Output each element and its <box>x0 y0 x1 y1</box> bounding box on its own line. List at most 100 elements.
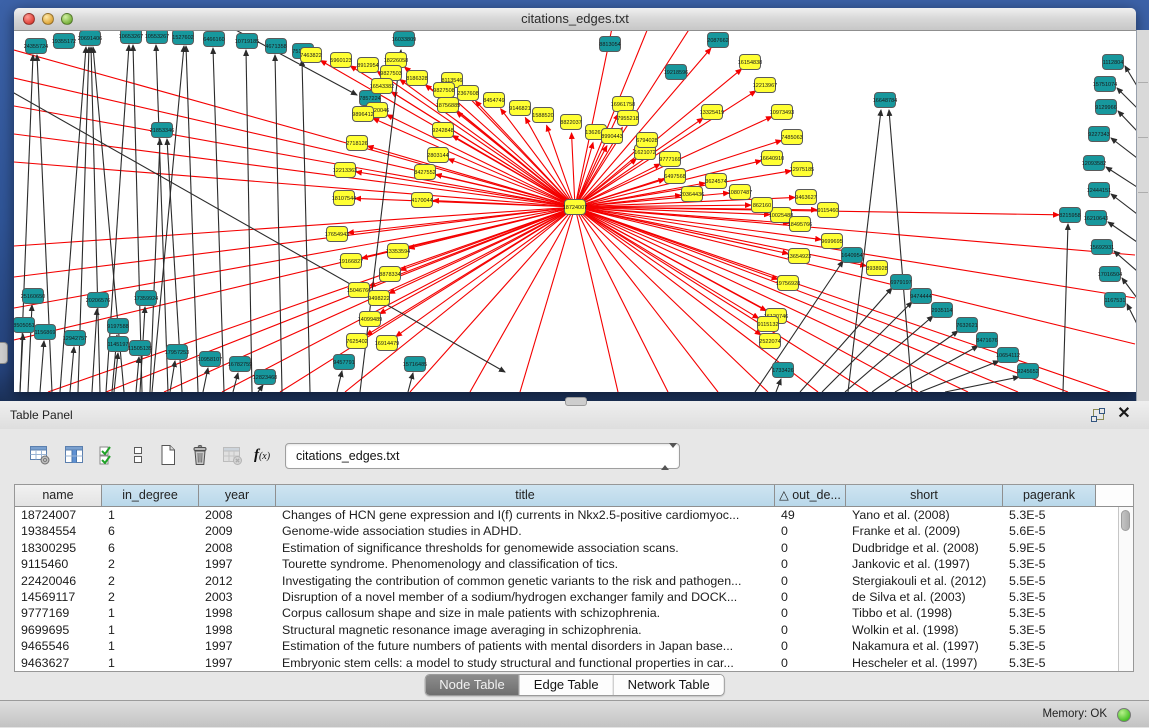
graph-node[interactable]: 16640910 <box>760 151 784 166</box>
graph-edge[interactable] <box>920 361 999 392</box>
graph-node[interactable]: 15751074 <box>1093 77 1117 92</box>
graph-edge[interactable] <box>368 146 575 207</box>
graph-edge[interactable] <box>203 368 208 392</box>
graph-edge[interactable] <box>14 50 575 207</box>
scrollbar-thumb[interactable] <box>1121 510 1130 531</box>
graph-node[interactable]: 13353594 <box>386 244 410 259</box>
network-canvas[interactable]: 2435572419355172206914061065326710553267… <box>14 30 1136 392</box>
graph-edge[interactable] <box>572 133 575 207</box>
graph-node[interactable]: 7463822 <box>300 48 321 63</box>
graph-edge[interactable] <box>337 371 342 392</box>
graph-node[interactable]: 8938928 <box>866 261 887 276</box>
graph-node[interactable]: 17359924 <box>134 291 158 306</box>
float-window-icon[interactable] <box>1091 408 1105 422</box>
column-header-pagerank[interactable]: pagerank <box>1003 485 1096 507</box>
graph-node[interactable]: 19218596 <box>664 65 688 80</box>
graph-node[interactable]: 4170044 <box>411 193 432 208</box>
graph-node[interactable]: 16914479 <box>375 336 399 351</box>
graph-node[interactable]: 6979197 <box>890 275 911 290</box>
table-row[interactable]: 946362711997Embryonic stem cells: a mode… <box>15 655 1119 671</box>
graph-node[interactable]: 11505135 <box>128 341 152 356</box>
graph-node[interactable]: 9115460 <box>817 203 838 218</box>
graph-node[interactable]: 9498222 <box>368 291 389 306</box>
graph-node[interactable]: 6466160 <box>203 32 224 47</box>
graph-edge[interactable] <box>380 207 575 314</box>
graph-node[interactable]: 10553267 <box>145 30 169 44</box>
graph-edge[interactable] <box>70 347 74 392</box>
graph-node[interactable]: 12093582 <box>1082 156 1106 171</box>
graph-edge[interactable] <box>575 207 968 392</box>
function-builder-icon[interactable]: f(x) <box>250 443 274 467</box>
table-row[interactable]: 1938455462009Genome-wide association stu… <box>15 523 1119 539</box>
graph-node[interactable]: 25160650 <box>21 289 45 304</box>
graph-edge[interactable] <box>1118 111 1136 131</box>
table-row[interactable]: 1872400712008Changes of HCN gene express… <box>15 507 1119 523</box>
graph-node[interactable]: 12213363 <box>333 163 357 178</box>
graph-node[interactable]: 2935114 <box>931 303 952 318</box>
graph-node[interactable]: 16210643 <box>1084 211 1108 226</box>
table-row[interactable]: 977716911998Corpus callosum shape and si… <box>15 605 1119 621</box>
graph-node[interactable]: 1112804 <box>1103 55 1124 70</box>
graph-node[interactable]: 21853346 <box>150 123 174 138</box>
table-selector-dropdown[interactable]: citations_edges.txt <box>285 443 680 469</box>
column-header-title[interactable]: title <box>276 485 775 507</box>
graph-node[interactable]: 8186328 <box>406 71 427 86</box>
graph-node[interactable]: 1167531 <box>1104 293 1125 308</box>
graph-node[interactable]: 16033809 <box>392 32 416 47</box>
graph-node[interactable]: 9474444 <box>910 289 931 304</box>
graph-edge[interactable] <box>1111 194 1136 214</box>
graph-node[interactable]: 7485063 <box>781 130 802 145</box>
table-row[interactable]: 1456911722003Disruption of a novel membe… <box>15 589 1119 605</box>
graph-edge[interactable] <box>776 379 781 392</box>
new-table-icon[interactable] <box>156 443 180 467</box>
graph-node[interactable]: 12444151 <box>1087 183 1111 198</box>
graph-node[interactable]: 17016504 <box>1098 267 1122 282</box>
graph-node[interactable]: 17957253 <box>165 345 189 360</box>
graph-node[interactable]: 12823468 <box>253 370 277 385</box>
graph-edge[interactable] <box>1127 304 1136 324</box>
graph-node[interactable]: 4671358 <box>265 39 286 54</box>
graph-node[interactable]: 12942757 <box>63 331 87 346</box>
graph-node[interactable]: 16961758 <box>611 97 635 112</box>
graph-node[interactable]: 9777169 <box>659 152 680 167</box>
close-panel-icon[interactable]: ✕ <box>1115 405 1133 423</box>
tab-network-table[interactable]: Network Table <box>614 675 724 695</box>
graph-node[interactable]: 19756928 <box>776 276 800 291</box>
graph-node[interactable]: 5960123 <box>330 53 351 68</box>
graph-edge[interactable] <box>889 110 912 392</box>
table-row[interactable]: 911546021997Tourette syndrome. Phenomeno… <box>15 556 1119 572</box>
graph-node[interactable]: 10958107 <box>198 352 222 367</box>
graph-node[interactable]: 13654923 <box>787 249 811 264</box>
graph-node[interactable]: 1588520 <box>532 108 553 123</box>
splitter-handle[interactable] <box>565 397 587 406</box>
column-header-in_degree[interactable]: in_degree <box>102 485 199 507</box>
graph-node[interactable]: 7955218 <box>617 111 638 126</box>
select-columns-icon[interactable] <box>96 443 120 467</box>
row-height-icon[interactable] <box>126 443 150 467</box>
graph-node[interactable]: 18107544 <box>332 191 356 206</box>
graph-edge[interactable] <box>213 48 224 392</box>
delete-trash-icon[interactable] <box>188 443 212 467</box>
graph-node[interactable]: 10973493 <box>770 105 794 120</box>
table-row[interactable]: 1830029562008Estimation of significance … <box>15 540 1119 556</box>
graph-node[interactable]: 9699695 <box>821 234 842 249</box>
graph-edge[interactable] <box>1125 66 1136 86</box>
column-header-short[interactable]: short <box>846 485 1003 507</box>
graph-node[interactable]: 9115132 <box>757 317 778 332</box>
graph-node[interactable]: 10807487 <box>728 185 752 200</box>
graph-edge[interactable] <box>233 373 238 392</box>
panel-collapse-handle[interactable] <box>0 342 8 364</box>
graph-node[interactable]: 18756885 <box>436 98 460 113</box>
tab-node-table[interactable]: Node Table <box>425 675 520 695</box>
graph-node[interactable]: 1145197 <box>107 337 128 352</box>
graph-node[interactable]: 2522074 <box>759 334 780 349</box>
graph-node[interactable]: 19355172 <box>52 34 76 49</box>
graph-edge[interactable] <box>1111 138 1136 158</box>
graph-node[interactable]: 10653267 <box>119 30 143 44</box>
graph-node[interactable]: 9146821 <box>509 101 530 116</box>
graph-node[interactable]: 1640954 <box>841 248 862 263</box>
graph-edge[interactable] <box>14 207 575 277</box>
tab-edge-table[interactable]: Edge Table <box>520 675 614 695</box>
graph-node[interactable]: 1733426 <box>772 363 793 378</box>
graph-node[interactable]: 10719185 <box>235 34 259 49</box>
